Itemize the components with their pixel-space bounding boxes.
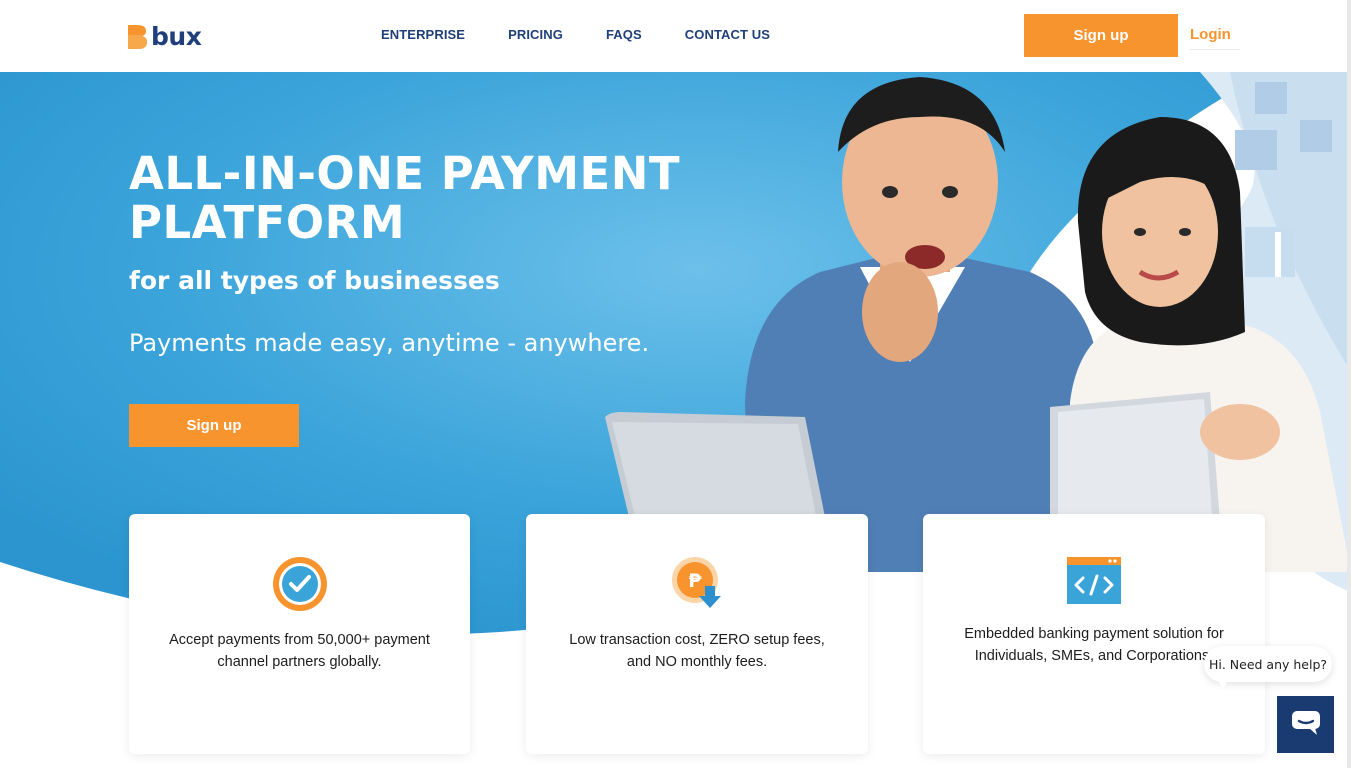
nav-faqs[interactable]: FAQS (606, 27, 642, 42)
nav-contact-us[interactable]: CONTACT US (685, 27, 770, 42)
chat-bubble-tail (1218, 680, 1228, 690)
logo-text: bux (151, 22, 202, 51)
nav-pricing[interactable]: PRICING (508, 27, 563, 42)
hero-subtitle: for all types of businesses (129, 266, 500, 295)
hero-people-image (605, 77, 1351, 572)
bux-logo[interactable]: bux (128, 22, 202, 51)
login-link[interactable]: Login (1190, 26, 1240, 50)
chat-icon (1291, 710, 1321, 739)
check-badge-icon (272, 556, 328, 617)
feature-text: Embedded banking payment solution for In… (964, 626, 1224, 664)
chat-launcher-button[interactable] (1277, 696, 1334, 753)
code-window-icon (1066, 556, 1122, 611)
feature-card-embedded-banking: Embedded banking payment solution for In… (923, 514, 1265, 754)
main-nav: ENTERPRISE PRICING FAQS CONTACT US (381, 27, 813, 42)
svg-text:₱: ₱ (688, 570, 702, 592)
header: bux ENTERPRISE PRICING FAQS CONTACT US S… (0, 0, 1351, 72)
page-scrollbar[interactable] (1347, 0, 1351, 768)
header-signup-button[interactable]: Sign up (1024, 14, 1178, 57)
hero-tagline: Payments made easy, anytime - anywhere. (129, 329, 650, 357)
peso-coin-down-icon: ₱ (671, 556, 727, 617)
nav-enterprise[interactable]: ENTERPRISE (381, 27, 465, 42)
logo-mark-icon (128, 24, 147, 49)
feature-card-payment-channels: Accept payments from 50,000+ payment cha… (129, 514, 470, 754)
feature-text: Accept payments from 50,000+ payment cha… (169, 632, 430, 670)
hero-signup-button[interactable]: Sign up (129, 404, 299, 447)
feature-card-low-cost: ₱ Low transaction cost, ZERO setup fees,… (526, 514, 868, 754)
chat-prompt-bubble[interactable]: Hi. Need any help? (1204, 646, 1332, 682)
feature-text: Low transaction cost, ZERO setup fees, a… (569, 632, 825, 670)
